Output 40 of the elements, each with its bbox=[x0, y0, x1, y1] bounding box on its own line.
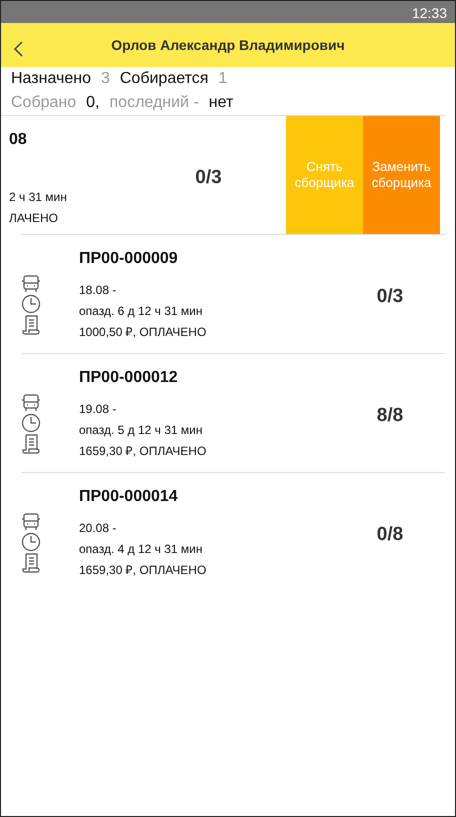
delay-text: опазд. 5 д 12 ч 31 мин bbox=[79, 422, 204, 439]
date-text: 18.08 - bbox=[79, 282, 118, 299]
order-number: ПР00-000014 bbox=[79, 487, 179, 507]
payment-text: 1659,30 ₽, ОПЛАЧЕНО bbox=[79, 562, 208, 579]
truck-icon bbox=[21, 275, 41, 293]
progress-count: 0/3 bbox=[376, 285, 404, 309]
progress-count: 0/8 bbox=[376, 523, 404, 547]
order-number: ПР00-000012 bbox=[79, 368, 179, 388]
summary-text: Собирается bbox=[120, 69, 208, 89]
order-number: ПР00-000009 bbox=[79, 249, 179, 269]
delay-text: опазд. 6 д 12 ч 31 мин bbox=[79, 303, 204, 320]
truck-icon bbox=[21, 394, 41, 412]
summary-text: 0, bbox=[86, 93, 100, 113]
summary-text: нет bbox=[208, 93, 234, 113]
summary-text: 3 bbox=[100, 69, 110, 89]
payment-text: 1000,50 ₽, ОПЛАЧЕНО bbox=[79, 324, 208, 341]
summary-text: Собрано bbox=[11, 93, 76, 113]
summary-text: Назначено bbox=[11, 69, 91, 89]
status-time: 12:33 bbox=[412, 5, 447, 21]
delay-text: опазд. 4 д 12 ч 31 мин bbox=[79, 541, 204, 558]
window-title: Орлов Александр Владимирович bbox=[111, 36, 345, 55]
receipt-icon bbox=[21, 434, 41, 454]
date-text: 19.08 - bbox=[79, 401, 118, 418]
summary-text: последний - bbox=[110, 93, 199, 113]
payment-text: 1659,30 ₽, ОПЛАЧЕНО bbox=[79, 443, 208, 460]
receipt-icon bbox=[21, 553, 41, 573]
order-number: 08 bbox=[9, 130, 28, 150]
progress-count: 8/8 bbox=[376, 404, 404, 428]
payment-text: ЛАЧЕНО bbox=[9, 210, 59, 227]
clock-icon bbox=[21, 413, 41, 433]
summary-text: 1 bbox=[218, 69, 228, 89]
delay-text: 2 ч 31 мин bbox=[9, 189, 68, 206]
truck-icon bbox=[21, 513, 41, 531]
clock-icon bbox=[21, 532, 41, 552]
clock-icon bbox=[21, 294, 41, 314]
remove-picker-button[interactable]: Снять сборщика bbox=[286, 116, 363, 234]
progress-count: 0/3 bbox=[194, 166, 223, 190]
receipt-icon bbox=[21, 315, 41, 335]
replace-picker-button[interactable]: Заменить сборщика bbox=[363, 116, 440, 234]
date-text: 20.08 - bbox=[79, 520, 118, 537]
